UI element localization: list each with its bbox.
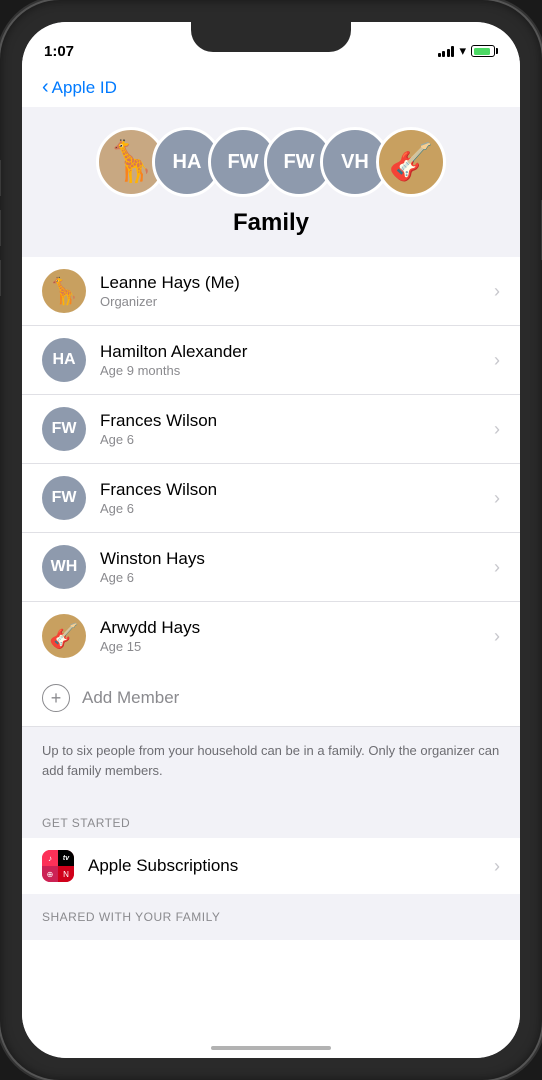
member-frances2-name: Frances Wilson — [100, 480, 494, 500]
member-arwydd-info: Arwydd Hays Age 15 — [100, 618, 494, 654]
member-arwydd-name: Arwydd Hays — [100, 618, 494, 638]
chevron-right-icon: › — [494, 856, 500, 877]
plus-icon: + — [42, 684, 70, 712]
apple-subscriptions-icon: ♪ tv ⊕ N — [42, 850, 74, 882]
member-item[interactable]: WH Winston Hays Age 6 › — [22, 533, 520, 602]
member-leanne-info: Leanne Hays (Me) Organizer — [100, 273, 494, 309]
avatar-leanne-small: 🦒 — [42, 269, 86, 313]
phone-screen: 1:07 ▾ — [22, 22, 520, 1058]
guitar-icon: 🎸 — [49, 622, 79, 651]
back-button[interactable]: ‹ Apple ID — [42, 76, 117, 99]
notch — [191, 22, 351, 52]
member-hamilton-name: Hamilton Alexander — [100, 342, 494, 362]
avatar-arwydd-small: 🎸 — [42, 614, 86, 658]
music-icon: ♪ — [42, 850, 58, 866]
giraffe-icon: 🦒 — [106, 142, 156, 182]
member-frances2-sub: Age 6 — [100, 501, 494, 516]
shared-footer: SHARED WITH YOUR FAMILY — [22, 894, 520, 940]
member-hamilton-info: Hamilton Alexander Age 9 months — [100, 342, 494, 378]
avatar-frances1-small: FW — [42, 407, 86, 451]
chevron-right-icon: › — [494, 350, 500, 371]
member-item[interactable]: 🎸 Arwydd Hays Age 15 › — [22, 602, 520, 670]
status-time: 1:07 — [44, 43, 74, 60]
guitar-icon: 🎸 — [389, 144, 434, 180]
chevron-right-icon: › — [494, 626, 500, 647]
chevron-right-icon: › — [494, 281, 500, 302]
home-indicator[interactable] — [211, 1046, 331, 1050]
arcade-icon: ⊕ — [42, 866, 58, 882]
member-frances1-sub: Age 6 — [100, 432, 494, 447]
member-hamilton-sub: Age 9 months — [100, 363, 494, 378]
member-item[interactable]: HA Hamilton Alexander Age 9 months › — [22, 326, 520, 395]
volume-buttons — [0, 160, 1, 296]
member-item[interactable]: FW Frances Wilson Age 6 › — [22, 395, 520, 464]
avatar-frances2-small: FW — [42, 476, 86, 520]
member-winston-name: Winston Hays — [100, 549, 494, 569]
member-winston-info: Winston Hays Age 6 — [100, 549, 494, 585]
add-member-label: Add Member — [82, 688, 179, 708]
member-frances1-info: Frances Wilson Age 6 — [100, 411, 494, 447]
family-title: Family — [233, 209, 309, 237]
chevron-right-icon: › — [494, 419, 500, 440]
member-leanne-name: Leanne Hays (Me) — [100, 273, 494, 293]
shared-footer-label: SHARED WITH YOUR FAMILY — [42, 910, 500, 924]
nav-bar: ‹ Apple ID — [22, 66, 520, 107]
avatar-hamilton-small: HA — [42, 338, 86, 382]
members-list: 🦒 Leanne Hays (Me) Organizer › HA Hamilt… — [22, 257, 520, 670]
battery-icon — [471, 45, 498, 57]
chevron-right-icon: › — [494, 557, 500, 578]
subscriptions-label: Apple Subscriptions — [88, 856, 494, 876]
info-text: Up to six people from your household can… — [42, 741, 500, 780]
subscriptions-row[interactable]: ♪ tv ⊕ N Apple Subscriptions › — [22, 838, 520, 894]
member-frances1-name: Frances Wilson — [100, 411, 494, 431]
member-item[interactable]: 🦒 Leanne Hays (Me) Organizer › — [22, 257, 520, 326]
get-started-label: GET STARTED — [42, 816, 500, 830]
avatar-arwydd[interactable]: 🎸 — [376, 127, 446, 197]
avatar-row: 🦒 HA FW FW VH — [96, 127, 446, 197]
avatar-winston-small: WH — [42, 545, 86, 589]
phone-frame: 1:07 ▾ — [0, 0, 542, 1080]
get-started-header: GET STARTED — [22, 796, 520, 838]
member-leanne-sub: Organizer — [100, 294, 494, 309]
news-icon: N — [58, 866, 74, 882]
content-area: ‹ Apple ID 🦒 HA FW — [22, 66, 520, 1058]
family-header: 🦒 HA FW FW VH — [22, 107, 520, 257]
info-section: Up to six people from your household can… — [22, 727, 520, 796]
member-arwydd-sub: Age 15 — [100, 639, 494, 654]
member-winston-sub: Age 6 — [100, 570, 494, 585]
status-icons: ▾ — [438, 43, 498, 59]
giraffe-icon: 🦒 — [48, 276, 80, 307]
signal-icon — [438, 45, 455, 57]
tv-icon: tv — [58, 850, 74, 866]
member-frances2-info: Frances Wilson Age 6 — [100, 480, 494, 516]
add-member-button[interactable]: + Add Member — [22, 670, 520, 727]
chevron-left-icon: ‹ — [42, 76, 49, 99]
chevron-right-icon: › — [494, 488, 500, 509]
member-item[interactable]: FW Frances Wilson Age 6 › — [22, 464, 520, 533]
back-label: Apple ID — [52, 78, 117, 98]
wifi-icon: ▾ — [459, 43, 466, 59]
